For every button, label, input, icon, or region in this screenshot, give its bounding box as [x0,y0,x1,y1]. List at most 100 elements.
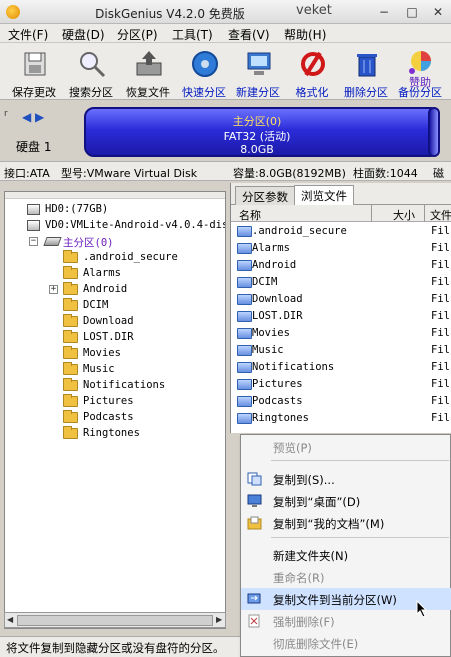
file-type: Fil [431,276,450,288]
close-button[interactable]: ✕ [429,4,447,20]
save-label: 保存更改 [12,86,56,99]
file-row[interactable]: Podcasts Fil [231,393,451,410]
tree-folder[interactable]: LOST.DIR [63,330,223,345]
partition-block[interactable]: 主分区(0) FAT32 (活动) 8.0GB [84,107,440,157]
file-row[interactable]: LOST.DIR Fil [231,308,451,325]
folder-icon [63,362,78,375]
file-row[interactable]: Ringtones Fil [231,410,451,427]
scroll-thumb[interactable] [17,615,213,626]
tree-item-vd0[interactable]: VD0:VMLite-Android-v4.0.4-disk [13,218,225,233]
folder-icon [63,298,78,311]
file-column-header: 名称 大小 文件 [231,205,451,222]
quick-partition-button[interactable]: 快速分区 [176,47,232,99]
tree-folder[interactable]: DCIM [63,298,223,313]
delete-partition-button[interactable]: 删除分区 [338,47,394,99]
tree-folder[interactable]: Download [63,314,223,329]
heads-info: 磁 [433,167,444,180]
save-icon [24,52,46,76]
menu-bar: 文件(F) 硬盘(D) 分区(P) 工具(T) 查看(V) 帮助(H) [0,24,451,43]
file-row[interactable]: Notifications Fil [231,359,451,376]
folder-icon [63,266,78,279]
tree-item-hd0[interactable]: HD0:(77GB) [13,202,223,217]
file-row[interactable]: Music Fil [231,342,451,359]
hard-disk-icon [27,204,40,215]
tree-folder[interactable]: + Android [49,282,219,297]
menu-item-label: 预览(P) [273,441,312,455]
menu-item-copy-documents[interactable]: 复制到“我的文档”(M) [241,512,451,534]
model-info: 型号:VMware Virtual Disk [61,167,198,180]
new-partition-button[interactable]: 新建分区 [230,47,286,99]
file-row[interactable]: Pictures Fil [231,376,451,393]
save-button[interactable]: 保存更改 [6,47,62,99]
column-type[interactable]: 文件 [430,207,451,223]
tree-folder[interactable]: Pictures [63,394,223,409]
folder-icon [237,396,252,407]
file-type: Fil [431,242,450,254]
minimize-button[interactable]: − [375,4,393,20]
menu-item-wipe-delete[interactable]: 彻底删除文件(E) [241,632,451,654]
tab-partition-params[interactable]: 分区参数 [235,186,295,205]
folder-icon [237,277,252,288]
menu-item-new-folder[interactable]: 新建文件夹(N) [241,544,451,566]
file-name: .android_secure [252,225,347,237]
tree-folder[interactable]: Podcasts [63,410,223,425]
menu-tools[interactable]: 工具(T) [172,26,213,43]
maximize-button[interactable]: □ [403,4,421,20]
folder-icon [63,282,78,295]
partition-name: 主分区(0) [232,115,282,128]
column-name[interactable]: 名称 [239,207,261,223]
menu-disk[interactable]: 硬盘(D) [62,26,105,43]
file-row[interactable]: Download Fil [231,291,451,308]
menu-item-copy-desktop[interactable]: 复制到“桌面”(D) [241,490,451,512]
tree-folder[interactable]: Music [63,362,223,377]
virtual-disk-icon [27,220,40,231]
scroll-right-icon[interactable]: ▶ [216,615,222,624]
tree-folder[interactable]: Ringtones [63,426,223,441]
menu-item-label: 复制到“我的文档”(M) [273,517,385,531]
disk-tree-panel[interactable]: HD0:(77GB) VD0:VMLite-Android-v4.0.4-dis… [4,191,226,629]
status-text: 将文件复制到隐藏分区或没有盘符的分区。 [6,641,225,655]
file-row[interactable]: Android Fil [231,257,451,274]
tree-item-label: 主分区(0) [63,237,114,249]
disk-nav-arrows[interactable]: ◀ ▶ [22,110,44,124]
format-button[interactable]: 格式化 [284,47,340,99]
menu-partition[interactable]: 分区(P) [117,26,158,43]
menu-file[interactable]: 文件(F) [8,26,48,43]
tree-folder[interactable]: Notifications [63,378,223,393]
column-size[interactable]: 大小 [393,207,415,223]
file-name: Alarms [252,242,290,254]
file-row[interactable]: Movies Fil [231,325,451,342]
tree-item-label: DCIM [83,299,109,311]
menu-item-rename[interactable]: 重命名(R) [241,566,451,588]
menu-help[interactable]: 帮助(H) [284,26,326,43]
tree-item-label: Podcasts [83,411,134,423]
tree-folder[interactable]: .android_secure [63,250,223,265]
menu-item-copy-to[interactable]: 复制到(S)... [241,468,451,490]
file-row[interactable]: Alarms Fil [231,240,451,257]
recover-files-button[interactable]: 恢复文件 [120,47,176,99]
tab-browse-files[interactable]: 浏览文件 [294,185,354,205]
magnifier-icon [80,52,106,78]
menu-item-label: 复制到(S)... [273,473,335,487]
tree-item-label: LOST.DIR [83,331,134,343]
search-partition-button[interactable]: 搜索分区 [63,47,119,99]
tree-horizontal-scrollbar[interactable]: ◀ ▶ [4,612,226,628]
collapse-icon[interactable]: − [29,237,38,246]
tab-bar: 分区参数 浏览文件 [231,183,451,205]
scroll-left-icon[interactable]: ◀ [7,615,13,624]
backup-partition-button[interactable]: 赞助 备份分区 [392,47,448,99]
folder-icon [63,394,78,407]
menu-item-label: 复制文件到当前分区(W) [273,593,397,607]
menu-view[interactable]: 查看(V) [228,26,270,43]
file-row[interactable]: .android_secure Fil [231,223,451,240]
menu-item-preview[interactable]: 预览(P) [241,436,451,458]
tree-item-label: .android_secure [83,251,178,263]
expand-icon[interactable]: + [49,285,58,294]
tree-item-partition[interactable]: − 主分区(0) [29,234,219,249]
tree-folder[interactable]: Movies [63,346,223,361]
tree-folder[interactable]: Alarms [63,266,223,281]
file-row[interactable]: DCIM Fil [231,274,451,291]
file-type: Fil [431,395,450,407]
backup-partition-label: 备份分区 [398,86,442,99]
file-name: Pictures [252,378,303,390]
